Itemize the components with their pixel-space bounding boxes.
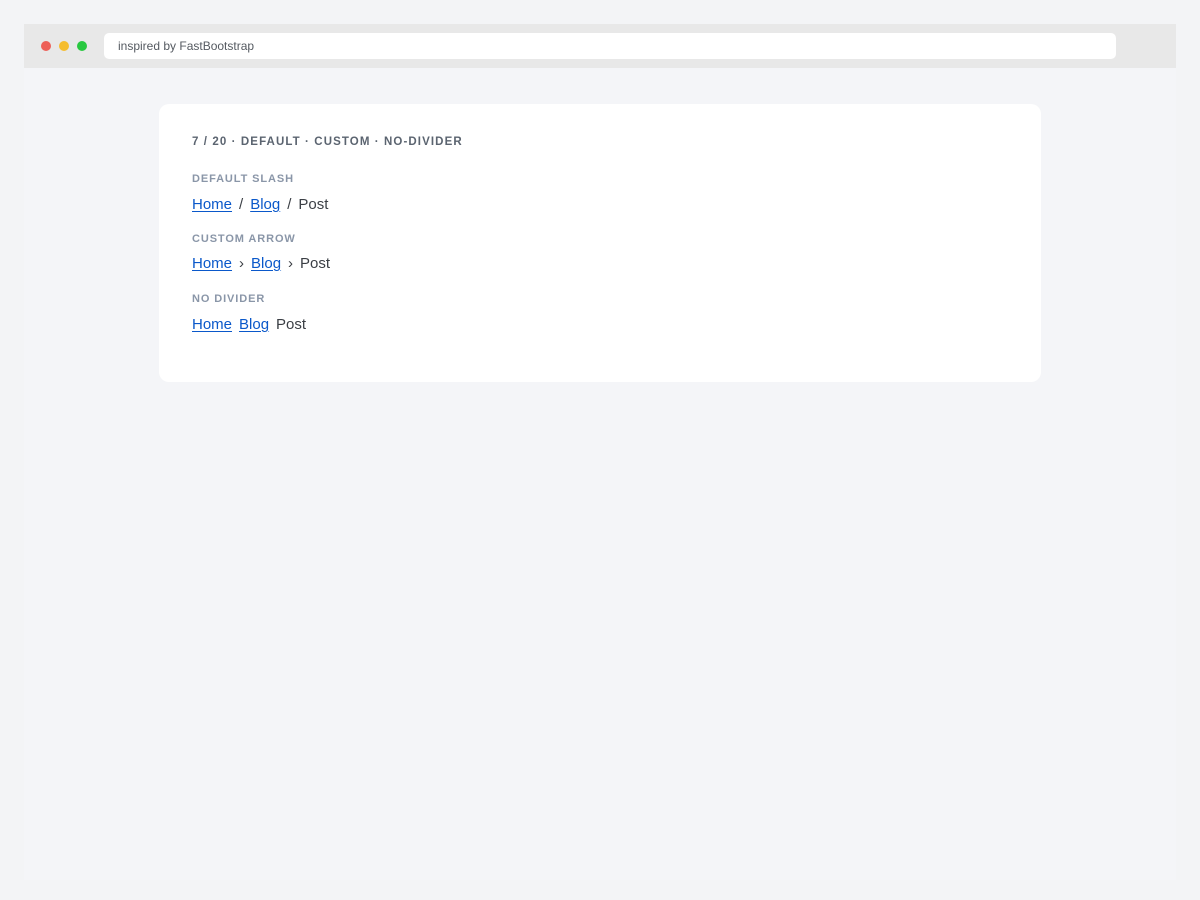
minimize-window-dot[interactable] (59, 41, 69, 51)
breadcrumb-separator: / (287, 196, 292, 213)
section-label-no-divider: NO DIVIDER (192, 293, 266, 305)
breadcrumb-link-blog[interactable]: Blog (250, 196, 280, 213)
breadcrumb-default-slash: Home / Blog / Post (192, 196, 328, 214)
browser-window: inspired by FastBootstrap 7 / 20 · DEFAU… (24, 24, 1176, 880)
breadcrumb-no-divider: Home Blog Post (192, 316, 306, 334)
breadcrumb-link-home[interactable]: Home (192, 255, 232, 272)
card-heading: 7 / 20 · DEFAULT · CUSTOM · NO-DIVIDER (192, 136, 463, 148)
address-bar[interactable]: inspired by FastBootstrap (104, 33, 1116, 59)
close-window-dot[interactable] (41, 41, 51, 51)
section-label-default-slash: DEFAULT SLASH (192, 173, 294, 185)
breadcrumb-card: 7 / 20 · DEFAULT · CUSTOM · NO-DIVIDER D… (159, 104, 1041, 382)
breadcrumb-current: Post (298, 196, 329, 213)
breadcrumb-separator: › (288, 255, 294, 272)
breadcrumb-custom-arrow: Home › Blog › Post (192, 255, 330, 273)
breadcrumb-link-blog[interactable]: Blog (239, 316, 269, 333)
breadcrumb-current: Post (300, 255, 331, 272)
breadcrumb-link-home[interactable]: Home (192, 316, 232, 333)
section-label-custom-arrow: CUSTOM ARROW (192, 233, 296, 245)
browser-titlebar: inspired by FastBootstrap (24, 24, 1176, 68)
breadcrumb-link-blog[interactable]: Blog (251, 255, 281, 272)
breadcrumb-separator: / (239, 196, 244, 213)
breadcrumb-current: Post (276, 316, 307, 333)
breadcrumb-separator: › (239, 255, 245, 272)
breadcrumb-link-home[interactable]: Home (192, 196, 232, 213)
maximize-window-dot[interactable] (77, 41, 87, 51)
